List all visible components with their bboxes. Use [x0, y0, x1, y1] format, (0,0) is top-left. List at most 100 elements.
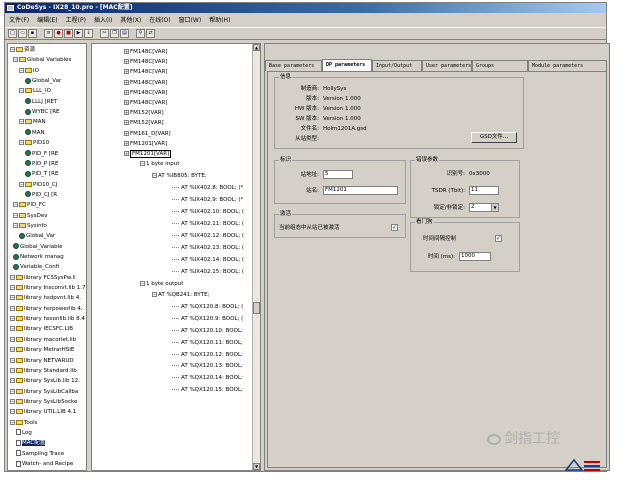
config-tree-item[interactable]: AT %QX120.10: BOOL; [172, 327, 243, 336]
vertical-scrollbar[interactable]: ▲ ▼ [252, 44, 260, 470]
tree-item[interactable]: − library Insconvt.lib 1.7 [10, 284, 86, 293]
tree-item[interactable]: − library hsrpowerlib 4. [10, 305, 83, 314]
tab-user-parameters[interactable]: User parameters [422, 60, 472, 71]
replace-icon[interactable]: ⇄ [146, 29, 155, 38]
expand-toggle-icon[interactable]: − [19, 67, 24, 73]
tree-item[interactable]: PID_F [RE [25, 150, 58, 159]
expand-toggle-icon[interactable]: − [13, 57, 18, 63]
expand-toggle-icon[interactable]: − [10, 409, 15, 415]
step-icon[interactable]: ↓ [84, 29, 93, 38]
expand-toggle-icon[interactable]: − [140, 281, 145, 286]
tree-item[interactable]: − library FCSSysPw.li [10, 274, 76, 283]
expand-toggle-icon[interactable]: − [10, 367, 15, 373]
expand-toggle-icon[interactable]: − [13, 222, 18, 228]
config-tree-item[interactable]: −1 byte input [140, 160, 179, 169]
expand-toggle-icon[interactable]: + [124, 49, 129, 54]
config-tree-item[interactable]: AT %IX402.10: BOOL; ( [172, 208, 244, 217]
tree-item[interactable]: Variable_Confi [13, 263, 59, 272]
tree-item[interactable]: − library SysLibSocke [10, 398, 77, 407]
tree-item[interactable]: − library IECSFC.LIB [10, 325, 73, 334]
expand-toggle-icon[interactable]: − [10, 305, 15, 311]
find-icon[interactable]: ⚲ [136, 29, 145, 38]
station-address-field[interactable]: 5 [323, 170, 353, 179]
expand-toggle-icon[interactable]: − [19, 119, 24, 125]
expand-toggle-icon[interactable]: + [124, 151, 129, 156]
expand-toggle-icon[interactable]: + [124, 89, 129, 95]
paste-icon[interactable]: ▤ [120, 29, 129, 38]
expand-toggle-icon[interactable]: − [10, 47, 15, 52]
menu-file[interactable]: 文件(F) [8, 15, 30, 24]
tree-item[interactable]: WYBC [RE [25, 108, 60, 117]
tree-item[interactable]: − library MetrarHSIE [10, 346, 74, 355]
expand-toggle-icon[interactable]: − [152, 173, 157, 179]
tree-item[interactable]: − 资源 [10, 46, 35, 55]
config-tree-item[interactable]: AT %IX402.11: BOOL; ( [172, 220, 244, 229]
config-tree-item[interactable]: AT %QX120.9: BOOL; ( [172, 315, 243, 324]
tree-item[interactable]: − IO [19, 67, 39, 76]
expand-toggle-icon[interactable]: − [140, 161, 145, 167]
expand-toggle-icon[interactable]: − [10, 316, 15, 322]
config-tree-item[interactable]: AT %IX402.8: BOOL; (* [172, 184, 243, 193]
build-icon[interactable]: ≡ [44, 29, 53, 38]
tree-item[interactable]: − library UTIL.LIB 4.1 [10, 408, 76, 417]
project-tree[interactable]: − 资源 − Global Variables − IO Global_Var − LLL_IO… [7, 43, 87, 471]
expand-toggle-icon[interactable]: + [124, 130, 129, 136]
config-tree-item[interactable]: + FM148C[VAR] [124, 79, 168, 88]
open-icon[interactable]: ▭ [18, 29, 27, 38]
tree-item[interactable]: PID_CJ [R [25, 191, 57, 200]
gsd-file-button[interactable]: GSD文件... [471, 132, 517, 143]
expand-toggle-icon[interactable]: − [13, 202, 18, 208]
menu-window[interactable]: 窗口(W) [178, 15, 203, 24]
expand-toggle-icon[interactable]: − [10, 419, 15, 425]
tree-item[interactable]: − PID_FC [13, 201, 46, 210]
tree-item[interactable]: MAN [25, 129, 45, 138]
tree-item[interactable]: − Global Variables [13, 56, 71, 65]
stop-icon[interactable]: ■ [64, 29, 73, 38]
expand-toggle-icon[interactable]: − [10, 398, 15, 404]
tsdr-field[interactable]: 11 [469, 186, 499, 195]
tree-item[interactable]: MAC配置 [16, 439, 46, 448]
config-tree-item[interactable]: AT %QX120.14: BOOL; [172, 374, 243, 383]
tree-item[interactable]: Global_Var [19, 232, 55, 241]
expand-toggle-icon[interactable]: + [124, 59, 129, 65]
tree-item[interactable]: − Tools [10, 419, 38, 428]
expand-toggle-icon[interactable]: − [10, 378, 15, 384]
expand-toggle-icon[interactable]: − [10, 285, 15, 291]
scroll-thumb[interactable] [253, 302, 260, 314]
config-tree-item[interactable]: AT %IX402.14: BOOL; ( [172, 256, 244, 265]
tab-module-parameters[interactable]: Module parameters [528, 60, 607, 71]
expand-toggle-icon[interactable]: − [10, 295, 15, 301]
expand-toggle-icon[interactable]: − [10, 274, 15, 280]
tree-item[interactable]: − library hssonlib.lib 8.4 [10, 315, 85, 324]
config-tree-item[interactable]: + FM152[VAR] [124, 119, 164, 128]
tree-item[interactable]: Global_Variable [13, 243, 63, 252]
tab-base-parameters[interactable]: Base parameters [265, 60, 322, 71]
tree-item[interactable]: Sampling Trace [16, 450, 64, 459]
menu-extras[interactable]: 其他(X) [119, 15, 142, 24]
expand-toggle-icon[interactable]: − [10, 357, 15, 363]
tree-item[interactable]: Log [16, 429, 32, 438]
menu-help[interactable]: 帮助(H) [208, 15, 231, 24]
expand-toggle-icon[interactable]: − [13, 212, 18, 218]
config-tree-item[interactable]: + FM148C[VAR] [124, 89, 168, 98]
config-tree-item[interactable]: AT %QX120.12: BOOL; [172, 351, 243, 360]
config-tree-item[interactable]: AT %IX402.12: BOOL; ( [172, 232, 244, 241]
watchdog-control-checkbox[interactable]: ✓ [495, 235, 502, 242]
run-icon[interactable]: ▶ [74, 29, 83, 38]
menu-online[interactable]: 在线(O) [148, 15, 171, 24]
config-tree-item[interactable]: AT %QX120.15: BOOL; [172, 386, 243, 395]
config-tree-item[interactable]: AT %IX402.9: BOOL; (* [172, 196, 243, 205]
config-tree-item[interactable]: AT %IX402.13: BOOL; ( [172, 244, 244, 253]
lock-unlock-select[interactable]: 2 ▼ [469, 203, 499, 212]
login-icon[interactable]: ● [54, 29, 63, 38]
expand-toggle-icon[interactable]: − [10, 326, 15, 332]
expand-toggle-icon[interactable]: + [124, 120, 129, 126]
tree-item[interactable]: LLLJ [RET [25, 98, 57, 107]
copy-icon[interactable]: ❐ [110, 29, 119, 38]
tab-dp-parameters[interactable]: DP parameters [322, 59, 372, 71]
config-tree-item[interactable]: + FM1201[VAR] [124, 140, 167, 149]
config-tree-item[interactable]: + FM161_D[VAR] [124, 130, 171, 139]
config-tree-item[interactable]: AT %IX402.15: BOOL; ( [172, 268, 244, 277]
menu-insert[interactable]: 插入(I) [93, 15, 113, 24]
expand-toggle-icon[interactable]: + [124, 100, 129, 105]
